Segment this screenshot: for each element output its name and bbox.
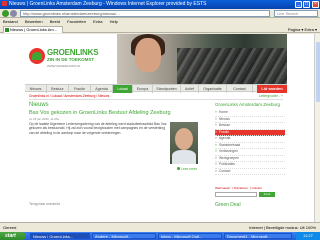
sidebar-links: Webmaster | Disclaimer | Colofon xyxy=(215,186,262,190)
close-button[interactable]: × xyxy=(312,1,319,8)
zone-info[interactable]: Internet | Beveiligde modus: Uit 100% xyxy=(249,223,316,232)
scrollbar-thumb[interactable] xyxy=(316,42,320,102)
lid-worden-button[interactable]: Lid worden xyxy=(257,85,287,93)
start-button[interactable]: start xyxy=(0,232,26,240)
link-disclaimer[interactable]: Disclaimer xyxy=(234,186,248,190)
photo-face xyxy=(135,38,161,72)
article-photo xyxy=(170,122,198,164)
photo-portrait xyxy=(175,128,193,150)
back-button[interactable] xyxy=(2,10,9,17)
task-andere[interactable]: Andere - Microsoft... xyxy=(92,233,156,239)
tab-bar: Nieuws | GroenLinks Am... Pagina ▾ Extra… xyxy=(0,25,320,33)
address-bar: http://www.groenlinks.nl/amsterdam/zeebu… xyxy=(0,9,320,18)
page-viewport: GROENLINKS ZIN IN DE TOEKOMST WWW.GROENL… xyxy=(0,34,314,222)
nav-contact[interactable]: Contact xyxy=(227,85,253,93)
article-date: zo 25 jan 2009, 11:05u xyxy=(29,117,60,121)
groenlinks-logo[interactable]: GROENLINKS ZIN IN DE TOEKOMST WWW.GROENL… xyxy=(29,42,99,76)
maximize-button[interactable]: □ xyxy=(303,1,310,8)
browser-tab[interactable]: Nieuws | GroenLinks Am... xyxy=(3,26,63,33)
nav-organisatie[interactable]: Organisatie xyxy=(199,85,227,93)
sidebar-search-button[interactable]: Zoek xyxy=(259,192,275,197)
menu-beeld[interactable]: Beeld xyxy=(50,19,60,24)
logo-url: WWW.GROENLINKS.NL xyxy=(47,64,81,68)
status-bar: Gereed Internet | Beveiligde modus: Uit … xyxy=(0,222,320,232)
task-inbox[interactable]: Inbox - Microsoft Outl... xyxy=(158,233,222,239)
task-document[interactable]: Document1 - Microsoft... xyxy=(224,233,292,239)
status-text: Gereed xyxy=(3,225,17,230)
ie-icon xyxy=(2,1,7,7)
nav-actief[interactable]: Actief xyxy=(181,85,199,93)
sidebar-title: GroenLinks Amsterdam Zeeburg xyxy=(215,102,281,107)
green-deal-heading[interactable]: Green Deal xyxy=(215,202,241,208)
tab-tools[interactable]: Pagina ▾ Extra ▾ xyxy=(288,26,317,33)
website: GROENLINKS ZIN IN DE TOEKOMST WWW.GROENL… xyxy=(25,34,287,222)
taskbar: start Nieuws | GroenLinks... Andere - Mi… xyxy=(0,232,320,240)
search-input[interactable]: Live Search xyxy=(274,10,318,17)
nav-europa[interactable]: Europa xyxy=(133,85,153,93)
menu-extra[interactable]: Extra xyxy=(93,19,102,24)
system-clock: 11:27 xyxy=(296,232,320,240)
minimize-button[interactable]: _ xyxy=(295,1,302,8)
vertical-scrollbar[interactable] xyxy=(314,34,320,222)
logo-tagline: ZIN IN DE TOEKOMST xyxy=(47,57,95,62)
nav-agenda[interactable]: Agenda xyxy=(91,85,113,93)
logo-mark-icon xyxy=(29,48,45,64)
back-to-overview-link[interactable]: Terug naar overzicht xyxy=(29,202,60,206)
title-bar: Nieuws | GroenLinks Amsterdam Zeeburg - … xyxy=(0,0,320,9)
main-nav: Nieuws Bestuur Fractie Agenda Lokaal Eur… xyxy=(25,84,287,93)
photo-shirt xyxy=(172,150,196,164)
header-photo xyxy=(117,34,287,84)
window-title: Nieuws | GroenLinks Amsterdam Zeeburg - … xyxy=(9,1,207,7)
nav-lokaal[interactable]: Lokaal xyxy=(113,85,133,93)
nav-bestuur[interactable]: Bestuur xyxy=(47,85,69,93)
groenlinks-favicon-icon xyxy=(5,28,9,32)
logo-name: GROENLINKS xyxy=(47,48,99,57)
menu-bar: Bestand Bewerken Beeld Favorieten Extra … xyxy=(0,18,320,25)
forward-button[interactable] xyxy=(10,10,17,17)
menu-bestand[interactable]: Bestand xyxy=(3,19,18,24)
tab-label: Nieuws | GroenLinks Am... xyxy=(10,27,58,32)
font-size-control[interactable]: Lettergrootte - + xyxy=(259,94,283,98)
divider xyxy=(29,99,283,100)
nav-fractie[interactable]: Fractie xyxy=(69,85,91,93)
section-title: Nieuws xyxy=(29,102,49,108)
photo-bicycles xyxy=(177,48,287,84)
read-more-link[interactable]: Lees meer xyxy=(177,167,197,171)
link-webmaster[interactable]: Webmaster xyxy=(215,186,230,190)
article-title[interactable]: Bas Vos gekozen in GroenLinks Bestuur Af… xyxy=(29,110,171,116)
article-body: Op de laatste Algemene Ledenvergadering … xyxy=(29,122,167,135)
sidebar-item-contact[interactable]: Contact xyxy=(215,169,285,175)
url-input[interactable]: http://www.groenlinks.nl/amsterdam/zeebu… xyxy=(20,10,270,17)
menu-help[interactable]: Help xyxy=(110,19,118,24)
task-ie[interactable]: Nieuws | GroenLinks... xyxy=(30,233,90,239)
menu-favorieten[interactable]: Favorieten xyxy=(67,19,86,24)
browser-window: Nieuws | GroenLinks Amsterdam Zeeburg - … xyxy=(0,0,320,232)
nav-nieuws[interactable]: Nieuws xyxy=(25,85,47,93)
link-colofon[interactable]: Colofon xyxy=(252,186,262,190)
sidebar-search-input[interactable] xyxy=(215,192,257,197)
menu-bewerken[interactable]: Bewerken xyxy=(25,19,43,24)
sidebar: GroenLinks Amsterdam Zeeburg Home Nieuws… xyxy=(215,102,285,175)
breadcrumb[interactable]: Groenlinks.nl / Lokaal / Amsterdam-Zeebu… xyxy=(29,94,109,98)
nav-standpunten[interactable]: Standpunten xyxy=(153,85,181,93)
header-banner: GROENLINKS ZIN IN DE TOEKOMST WWW.GROENL… xyxy=(25,34,287,84)
